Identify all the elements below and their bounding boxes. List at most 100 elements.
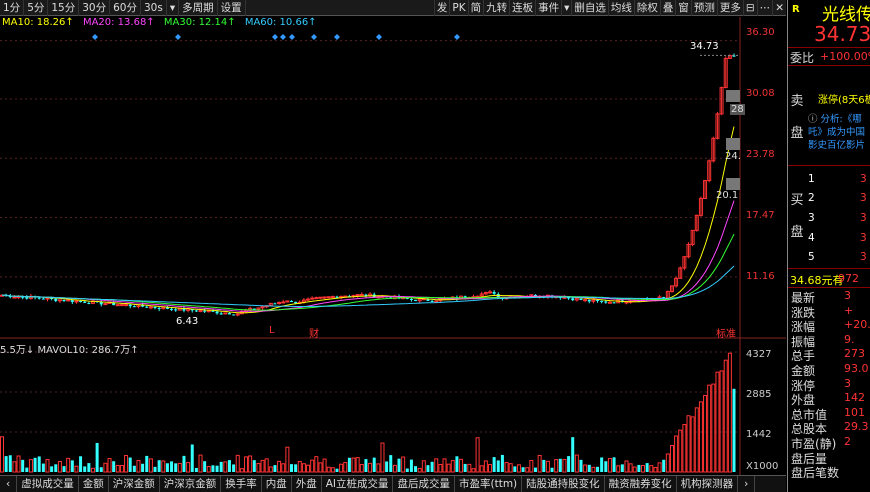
news-snippet[interactable]: ⓘ 分析:《哪吒》成为中国影史百亿影片 xyxy=(808,113,870,161)
volume-bar xyxy=(686,415,691,473)
kline-chart[interactable] xyxy=(0,0,786,475)
volume-bar xyxy=(87,463,91,472)
tab-pe-ttm[interactable]: 市盈率(ttm) xyxy=(455,475,523,492)
volume-bar xyxy=(417,467,422,473)
volume-bar xyxy=(339,463,344,473)
stat-value: 93.0 xyxy=(844,361,869,375)
marker-standard[interactable]: 标准 xyxy=(716,325,736,340)
tab-inner-volume[interactable]: 内盘 xyxy=(262,475,292,492)
volume-bar xyxy=(438,463,443,473)
tab-sh-sz-bj-amount[interactable]: 沪深京金额 xyxy=(160,475,222,492)
order-ratio-row: 委比 +100.00% xyxy=(788,48,870,66)
volume-bar xyxy=(455,456,459,472)
volume-bar xyxy=(649,465,654,473)
volume-bar xyxy=(223,461,228,473)
volume-bar xyxy=(45,459,50,473)
marker-l[interactable]: L xyxy=(269,325,275,336)
volume-bar xyxy=(301,463,306,473)
stat-row: 最新 3 xyxy=(788,289,870,305)
volume-bar xyxy=(607,458,612,473)
volume-bar xyxy=(657,462,662,473)
candle-body xyxy=(211,310,215,312)
tab-outer-volume[interactable]: 外盘 xyxy=(292,475,322,492)
volume-bar xyxy=(177,462,182,473)
volume-bar xyxy=(583,464,588,473)
price-tag-box xyxy=(726,178,740,190)
stat-value: 3 xyxy=(844,289,851,302)
volume-bar xyxy=(596,466,600,472)
tab-margin[interactable]: 融资融券变化 xyxy=(605,475,677,492)
candle-body xyxy=(194,310,198,312)
marker-finance[interactable]: 财 xyxy=(309,325,319,340)
stat-value: 142 xyxy=(844,391,865,405)
tab-sh-sz-amount[interactable]: 沪深金额 xyxy=(109,475,160,492)
volume-bar xyxy=(467,463,472,473)
volume-layer xyxy=(0,352,736,473)
volume-bar xyxy=(359,463,364,473)
high-price-label: 34.73 xyxy=(690,41,719,52)
tab-virtual-volume[interactable]: 虚拟成交量 xyxy=(17,475,79,492)
candle-body xyxy=(587,299,591,302)
order-ratio-label: 委比 xyxy=(790,51,815,65)
stock-header: R 光线传 34.73 xyxy=(788,0,870,48)
volume-bar xyxy=(314,456,319,473)
volume-bar xyxy=(475,437,480,473)
volume-bar xyxy=(397,458,401,472)
tab-amount[interactable]: 金额 xyxy=(79,475,109,492)
candle-body xyxy=(198,310,203,313)
volume-bar xyxy=(479,465,484,473)
tabs-scroll-right-icon[interactable]: › xyxy=(738,475,756,492)
volume-bar xyxy=(628,463,633,473)
volume-bar xyxy=(252,460,256,472)
volume-bar xyxy=(128,457,132,472)
stat-row: 盘后量 xyxy=(788,450,870,466)
volume-bar xyxy=(669,445,674,473)
tabs-scroll-left-icon[interactable]: ‹ xyxy=(0,475,18,492)
volume-bar xyxy=(401,456,406,473)
volume-bar xyxy=(376,463,381,473)
volume-bar xyxy=(322,458,327,473)
volume-bar xyxy=(182,455,186,472)
volume-bar xyxy=(459,458,464,473)
stat-row: 总股本 29.3 xyxy=(788,420,870,436)
volume-bar xyxy=(37,456,41,472)
volume-bar xyxy=(343,462,348,473)
stat-value: 9. xyxy=(844,332,855,346)
volume-bar xyxy=(545,460,550,473)
volume-bar xyxy=(521,467,525,472)
candle-body xyxy=(579,298,583,300)
candle-body xyxy=(306,298,311,301)
stat-value: 3 xyxy=(844,376,851,390)
buy-level: 2 xyxy=(808,192,815,204)
volume-bar xyxy=(57,461,62,473)
stat-value: 101 xyxy=(844,405,865,419)
price-tick: 17.47 xyxy=(746,210,775,221)
price-tick: 36.30 xyxy=(746,27,775,38)
volume-bar xyxy=(571,437,575,472)
candle-body xyxy=(223,312,228,315)
vol-unit: X1000 xyxy=(746,461,779,472)
volume-bar xyxy=(21,459,25,472)
volume-bar xyxy=(4,456,8,472)
volume-bar xyxy=(385,461,389,472)
volume-bar xyxy=(389,455,393,472)
low-price-label: 6.43 xyxy=(176,316,199,327)
tab-after-hours-volume[interactable]: 盘后成交量 xyxy=(393,475,455,492)
sell-label: 卖 xyxy=(790,94,804,109)
indicator-tabs: ‹ 虚拟成交量 金额 沪深金额 沪深京金额 换手率 内盘 外盘 AI立桩成交量 … xyxy=(0,475,786,492)
volume-bar xyxy=(690,416,695,473)
stat-row: 总市值 101 xyxy=(788,405,870,422)
candle-body xyxy=(115,304,120,307)
info-icon: ⓘ xyxy=(808,114,818,125)
volume-bar xyxy=(239,468,244,473)
volume-bar xyxy=(347,457,351,472)
tab-institution-detector[interactable]: 机构探测器 xyxy=(677,475,739,492)
price-tick: 11.16 xyxy=(746,271,775,282)
tab-stock-connect[interactable]: 陆股通持股变化 xyxy=(522,475,605,492)
tab-ai-volume[interactable]: AI立桩成交量 xyxy=(322,475,394,492)
volume-bar xyxy=(83,466,87,472)
quote-panel: R 光线传 34.73 委比 +100.00% 卖 盘 涨停(8天6板) ⓘ 分… xyxy=(787,0,870,492)
tab-turnover[interactable]: 换手率 xyxy=(221,475,262,492)
volume-legend: 5.5万↓ MAVOL10: 286.7万↑ xyxy=(0,345,139,356)
volume-bar xyxy=(463,463,467,472)
